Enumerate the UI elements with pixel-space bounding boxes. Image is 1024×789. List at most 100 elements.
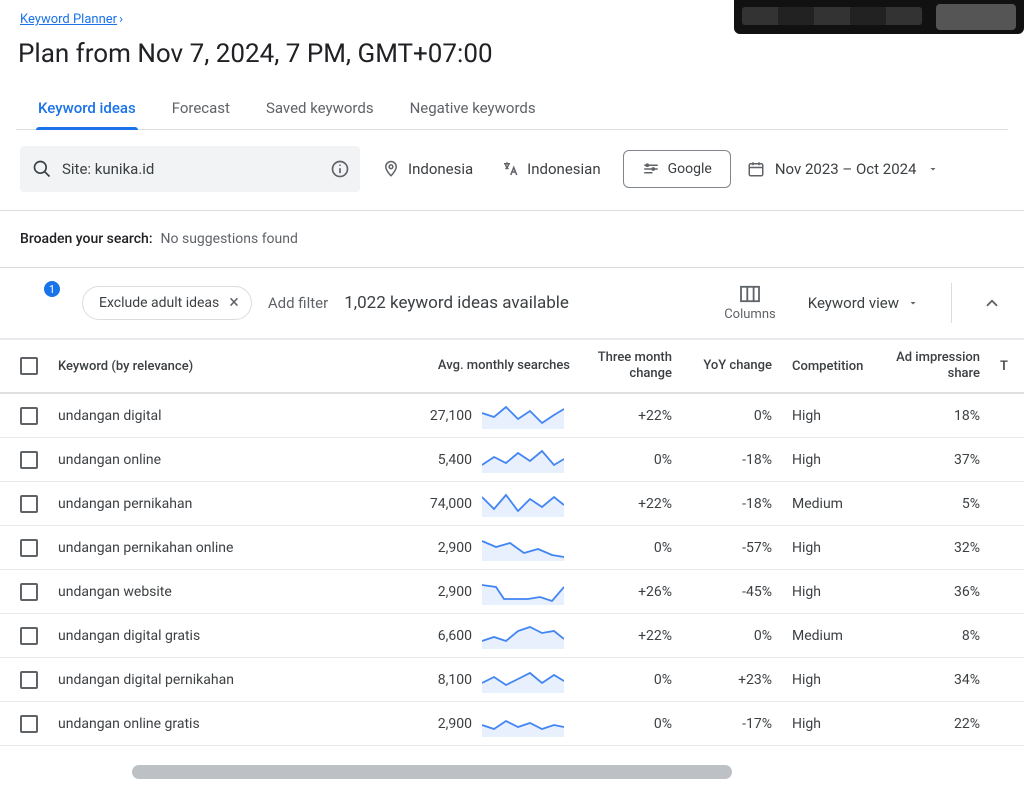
expand-button[interactable] [976,287,1008,319]
tab-saved-keywords[interactable]: Saved keywords [264,87,376,129]
filter-button[interactable]: 1 [16,283,66,323]
chip-label: Exclude adult ideas [99,295,219,311]
cell-searches: 6,600 [418,623,580,649]
share-value: 34% [890,672,980,688]
row-checkbox[interactable] [20,715,38,733]
row-checkbox-cell [0,627,58,645]
share-value: 37% [890,452,980,468]
sparkline-icon [482,447,564,473]
cell-competition: High [782,452,890,468]
searches-value: 6,600 [420,628,472,644]
page-title: Plan from Nov 7, 2024, 7 PM, GMT+07:00 [16,35,1008,87]
table-row: undangan website2,900+26%-45%High36% [0,570,1024,614]
cell-searches: 2,900 [418,535,580,561]
searches-value: 5,400 [420,452,472,468]
cell-competition: High [782,540,890,556]
cell-keyword: undangan pernikahan [58,496,418,512]
broaden-search-bar: Broaden your search: No suggestions foun… [0,211,1024,268]
tmc-value: 0% [580,452,672,468]
cell-keyword: undangan pernikahan online [58,540,418,556]
row-checkbox[interactable] [20,583,38,601]
row-checkbox[interactable] [20,671,38,689]
cell-yoy-change: 0% [682,408,782,424]
select-all-checkbox[interactable] [20,357,38,375]
share-value: 8% [890,628,980,644]
row-checkbox[interactable] [20,627,38,645]
cell-three-month-change: 0% [580,452,682,468]
sparkline-icon [482,491,564,517]
cell-three-month-change: +22% [580,628,682,644]
close-icon[interactable]: × [229,294,239,312]
row-checkbox[interactable] [20,451,38,469]
keyword-text: undangan online [58,452,161,468]
col-extra[interactable]: T [990,340,1024,392]
row-checkbox-cell [0,451,58,469]
col-competition[interactable]: Competition [782,340,890,392]
chevron-down-icon [927,163,939,175]
location-selector[interactable]: Indonesia [376,160,479,178]
cell-competition: Medium [782,628,890,644]
cell-three-month-change: 0% [580,672,682,688]
keyword-view-dropdown[interactable]: Keyword view [800,294,927,312]
language-selector[interactable]: Indonesian [495,160,606,178]
language-label: Indonesian [527,160,600,178]
keyword-text: undangan digital gratis [58,628,200,644]
tab-forecast[interactable]: Forecast [170,87,232,129]
col-keyword[interactable]: Keyword (by relevance) [58,340,418,392]
table-toolbar: 1 Exclude adult ideas × Add filter 1,022… [0,268,1024,338]
row-checkbox[interactable] [20,407,38,425]
site-search-box[interactable]: Site: kunika.id [20,146,360,192]
sparkline-icon [482,535,564,561]
cell-ad-share: 8% [890,628,990,644]
col-ad-impression-share[interactable]: Ad impression share [890,340,990,392]
broaden-label: Broaden your search: [20,231,153,247]
row-checkbox[interactable] [20,495,38,513]
competition-value: High [792,672,821,688]
col-searches[interactable]: Avg. monthly searches [418,340,580,392]
table-row: undangan digital pernikahan8,1000%+23%Hi… [0,658,1024,702]
date-range-selector[interactable]: Nov 2023 – Oct 2024 [747,160,939,178]
keyword-table: Keyword (by relevance) Avg. monthly sear… [0,338,1024,754]
filter-chip-exclude-adult[interactable]: Exclude adult ideas × [82,286,252,320]
row-checkbox[interactable] [20,539,38,557]
searches-value: 74,000 [420,496,472,512]
location-pin-icon [382,160,400,178]
network-selector[interactable]: Google [623,150,731,188]
columns-button[interactable]: Columns [716,285,784,322]
info-icon[interactable] [330,159,350,179]
yoy-value: -18% [682,496,772,512]
keyword-text: undangan online gratis [58,716,200,732]
sparkline-icon [482,711,564,737]
tab-keyword-ideas[interactable]: Keyword ideas [36,87,138,129]
columns-icon [739,285,761,303]
competition-value: High [792,408,821,424]
yoy-value: -45% [682,584,772,600]
cell-searches: 27,100 [418,403,580,429]
competition-value: High [792,716,821,732]
cell-ad-share: 22% [890,716,990,732]
cell-searches: 74,000 [418,491,580,517]
calendar-icon [747,160,765,178]
yoy-value: -57% [682,540,772,556]
breadcrumb-link[interactable]: Keyword Planner [20,12,117,27]
search-icon [32,159,52,179]
table-row [0,746,1024,754]
cell-yoy-change: -57% [682,540,782,556]
competition-value: High [792,584,821,600]
network-label: Google [668,161,712,177]
row-checkbox-cell [0,715,58,733]
col-yoy-change[interactable]: YoY change [682,340,782,392]
network-icon [642,161,660,177]
table-row: undangan digital27,100+22%0%High18% [0,394,1024,438]
tab-negative-keywords[interactable]: Negative keywords [408,87,538,129]
cell-keyword: undangan digital gratis [58,628,418,644]
share-value: 32% [890,540,980,556]
yoy-value: 0% [682,628,772,644]
competition-value: Medium [792,628,843,644]
col-three-month-change[interactable]: Three month change [580,340,682,392]
row-checkbox-cell [0,539,58,557]
horizontal-scrollbar[interactable] [132,765,732,779]
add-filter-button[interactable]: Add filter [268,294,328,312]
row-checkbox-cell [0,671,58,689]
sparkline-icon [482,667,564,693]
